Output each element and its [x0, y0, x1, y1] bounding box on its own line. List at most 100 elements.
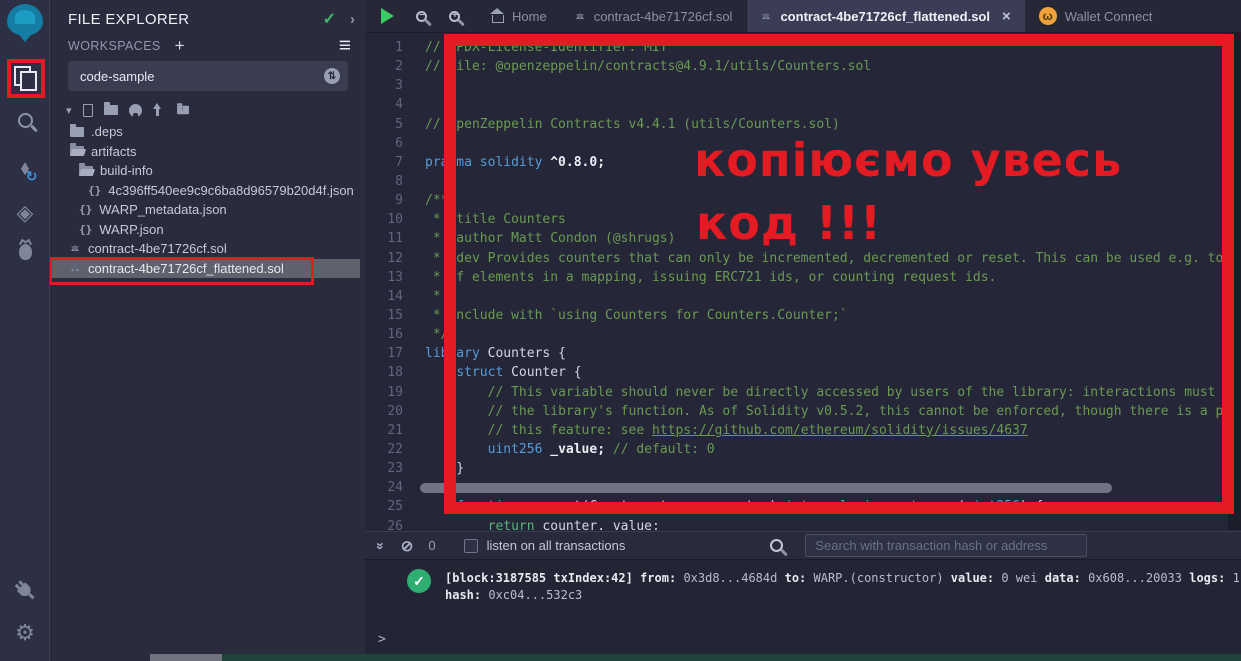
line-number: 25 — [387, 499, 403, 515]
sidebar-item-plugin-manager[interactable] — [0, 580, 50, 599]
sidebar-item-deploy-run[interactable]: ◈ — [0, 202, 50, 224]
debugger-icon — [18, 244, 32, 260]
solidity-file-icon — [70, 261, 81, 276]
code-line-5[interactable]: 5// OpenZeppelin Contracts v4.4.1 (utils… — [365, 115, 1228, 134]
code-line-20[interactable]: 20 // the library's function. As of Soli… — [365, 402, 1228, 421]
code-line-19[interactable]: 19 // This variable should never be dire… — [365, 383, 1228, 402]
tab-wallet-label: Wallet Connect — [1064, 8, 1153, 24]
tree-item-artifacts[interactable]: artifacts — [50, 142, 365, 162]
close-tab-icon[interactable]: × — [1002, 8, 1011, 25]
chevron-right-icon[interactable]: › — [350, 11, 355, 28]
tab-contract-sol[interactable]: contract-4be71726cf.sol — [561, 0, 747, 32]
clone-github-icon[interactable] — [128, 103, 142, 118]
expand-terminal-icon[interactable]: » — [373, 542, 389, 550]
sidebar-item-solidity-compiler[interactable]: ⬧ ↻ — [0, 158, 50, 184]
tab-home[interactable]: Home — [478, 0, 561, 32]
run-script-button[interactable] — [381, 8, 394, 24]
activity-bar: ⬧ ↻ ◈ ⚙ — [0, 0, 50, 661]
tree-item--deps[interactable]: .deps — [50, 122, 365, 142]
upload-file-icon[interactable] — [152, 102, 165, 117]
transaction-count: 0 — [428, 538, 436, 553]
code-line-13[interactable]: 13 * of elements in a mapping, issuing E… — [365, 268, 1228, 287]
solidity-file-icon — [70, 241, 81, 256]
code-line-7[interactable]: 7 pragma solidity ^0.8.0; — [365, 153, 1228, 172]
line-number: 15 — [387, 308, 403, 324]
line-number: 23 — [387, 461, 403, 477]
code-line-9[interactable]: 9/** — [365, 191, 1228, 210]
tab-contract-flattened-sol[interactable]: contract-4be71726cf_flattened.sol × — [746, 0, 1025, 32]
home-icon — [489, 7, 504, 23]
code-line-26[interactable]: 26 return counter._value; — [365, 517, 1228, 530]
tree-item-build-info[interactable]: build-info — [50, 161, 365, 181]
tree-item-warp-metadata-json[interactable]: {} WARP_metadata.json — [50, 200, 365, 220]
new-file-icon[interactable] — [82, 103, 93, 117]
success-check-icon: ✓ — [407, 569, 431, 593]
line-number: 24 — [387, 480, 403, 496]
line-number: 20 — [387, 403, 403, 419]
new-folder-icon[interactable] — [103, 102, 118, 115]
tree-item-4c396ff540ee9c9c6ba8d96579b20d4f-json[interactable]: {} 4c396ff540ee9c9c6ba8d96579b20d4f.json — [50, 181, 365, 201]
app-logo[interactable] — [0, 4, 50, 42]
terminal-panel: » ⊘ 0 listen on all transactions ✓ [bloc… — [365, 531, 1241, 661]
code-line-14[interactable]: 14 * — [365, 287, 1228, 306]
code-line-4[interactable]: 4 — [365, 95, 1228, 114]
line-number: 16 — [387, 327, 403, 343]
code-editor[interactable]: 1// SPDX-License-Identifier: MIT 2// File… — [365, 33, 1228, 530]
listen-checkbox[interactable] — [463, 538, 478, 553]
tree-item-contract-4be71726cf-flattened-sol[interactable]: contract-4be71726cf_flattened.sol — [49, 256, 360, 284]
terminal-prompt[interactable]: > — [378, 632, 386, 647]
terminal-search-input[interactable] — [805, 534, 1088, 557]
sidebar-item-settings[interactable]: ⚙ — [0, 622, 50, 644]
plug-icon — [16, 582, 34, 599]
line-number: 1 — [395, 40, 403, 56]
code-line-2[interactable]: 2// File: @openzeppelin/contracts@4.9.1/… — [365, 57, 1228, 76]
code-line-25[interactable]: 25 function current(Counter storage coun… — [365, 497, 1228, 516]
code-line-6[interactable]: 6 — [365, 134, 1228, 153]
code-line-1[interactable]: 1// SPDX-License-Identifier: MIT — [365, 38, 1228, 57]
code-line-17[interactable]: 17 library Counters { — [365, 344, 1228, 363]
transaction-log[interactable]: ✓ [block:3187585 txIndex:42] from: 0x3d8… — [365, 560, 1241, 604]
code-line-15[interactable]: 15 * Include with `using Counters for Co… — [365, 306, 1228, 325]
code-line-11[interactable]: 11 * @author Matt Condon (@shrugs) — [365, 229, 1228, 248]
check-icon[interactable]: ✓ — [323, 9, 336, 29]
sidebar-item-search[interactable] — [0, 113, 50, 128]
editor-vertical-scrollbar[interactable] — [1228, 33, 1241, 530]
editor-horizontal-scrollbar-thumb[interactable] — [420, 483, 1112, 493]
code-line-21[interactable]: 21 // this feature: see https://github.c… — [365, 421, 1228, 440]
zoom-in-icon[interactable]: + — [449, 10, 460, 22]
sidebar-item-file-explorer[interactable] — [0, 66, 50, 91]
bottom-scrollbar-track[interactable] — [150, 654, 1241, 661]
bottom-scrollbar-thumb[interactable] — [150, 654, 222, 661]
line-number: 2 — [395, 59, 403, 75]
line-number: 7 — [395, 154, 403, 170]
tree-item-contract-4be71726cf-sol[interactable]: contract-4be71726cf.sol — [50, 239, 365, 259]
code-line-12[interactable]: 12 * @dev Provides counters that can onl… — [365, 249, 1228, 268]
collapse-caret-icon[interactable]: ▾ — [66, 104, 72, 117]
workspace-sort-icon[interactable]: ⇅ — [324, 68, 340, 84]
code-line-22[interactable]: 22 uint256 _value; // default: 0 — [365, 440, 1228, 459]
tree-item-warp-json[interactable]: {} WARP.json — [50, 220, 365, 240]
log-line: [block:3187585 txIndex:42] from: 0x3d8..… — [445, 571, 1240, 585]
line-number: 14 — [387, 288, 403, 304]
code-line-16[interactable]: 16 */ — [365, 325, 1228, 344]
file-name: build-info — [100, 163, 153, 179]
code-line-18[interactable]: 18 struct Counter { — [365, 363, 1228, 382]
tab-wallet-connect[interactable]: Wallet Connect — [1025, 0, 1167, 32]
code-line-8[interactable]: 8 — [365, 172, 1228, 191]
zoom-out-icon[interactable]: − — [416, 10, 427, 22]
file-explorer-panel: FILE EXPLORER ✓ › WORKSPACES + ≡ code-sa… — [49, 0, 365, 661]
add-workspace-button[interactable]: + — [175, 36, 185, 56]
workspace-select[interactable]: code-sample ⇅ — [68, 61, 348, 91]
sidebar-item-debugger[interactable] — [0, 244, 50, 260]
upload-folder-icon[interactable] — [176, 103, 189, 115]
main-area: − + Home contract-4be71726cf.sol contrac… — [365, 0, 1241, 661]
deploy-run-icon: ◈ — [16, 200, 34, 225]
clear-transactions-icon[interactable]: ⊘ — [401, 537, 414, 555]
code-line-3[interactable]: 3 — [365, 76, 1228, 95]
json-file-icon: {} — [79, 222, 93, 236]
workspaces-label: WORKSPACES — [68, 39, 161, 53]
code-line-10[interactable]: 10 * @title Counters — [365, 210, 1228, 229]
hamburger-menu-icon[interactable]: ≡ — [339, 35, 351, 56]
code-line-23[interactable]: 23 } — [365, 459, 1228, 478]
line-number: 17 — [387, 346, 403, 362]
